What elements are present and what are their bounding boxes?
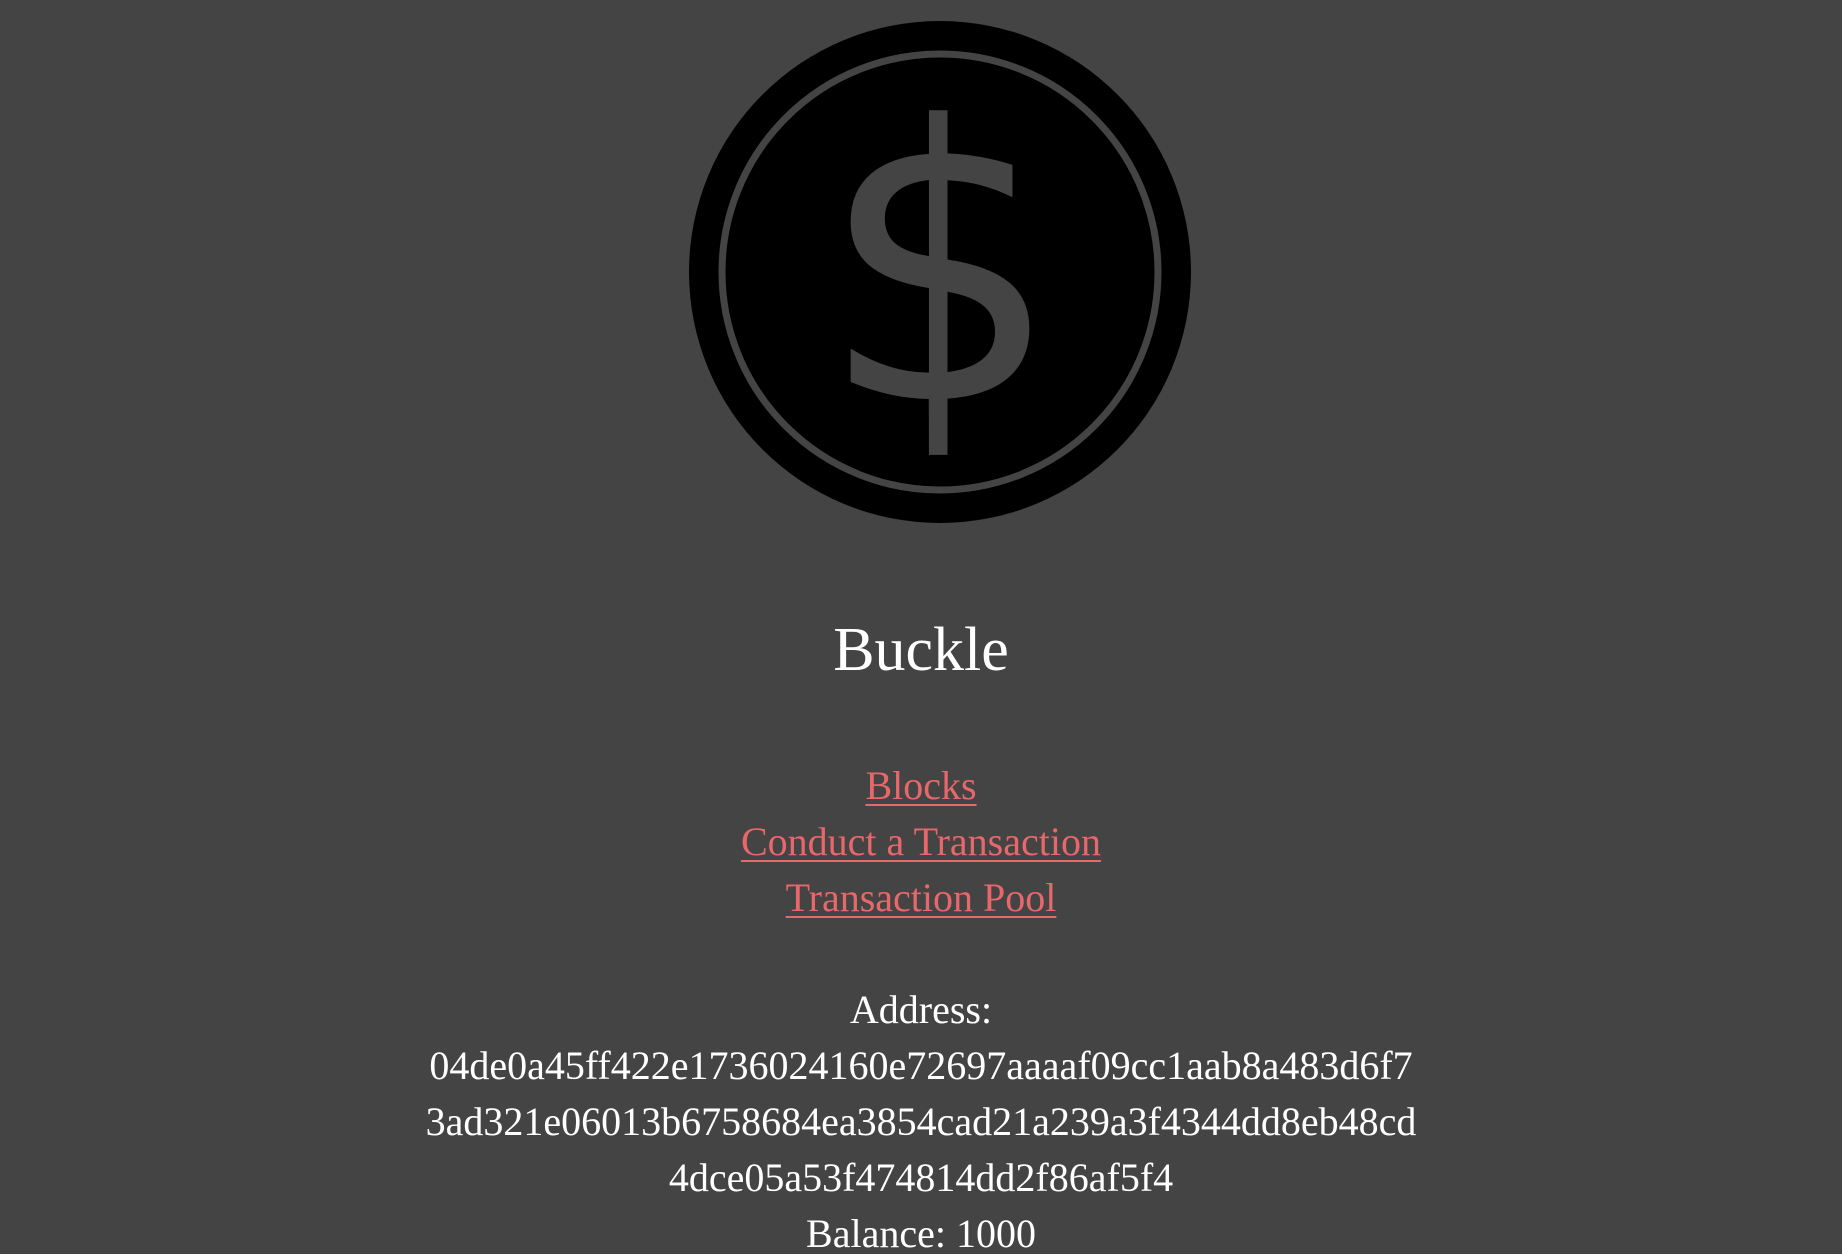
balance: Balance: 1000 bbox=[0, 1206, 1842, 1254]
logo: $ bbox=[689, 21, 1191, 523]
balance-value: 1000 bbox=[955, 1211, 1036, 1254]
transaction-pool-link[interactable]: Transaction Pool bbox=[786, 870, 1057, 926]
address-label: Address: bbox=[849, 987, 993, 1032]
conduct-transaction-link[interactable]: Conduct a Transaction bbox=[741, 814, 1101, 870]
address-line-2: 3ad321e06013b6758684ea3854cad21a239a3f43… bbox=[425, 1099, 1417, 1144]
dollar-coin-icon: $ bbox=[689, 21, 1191, 523]
main-nav: Blocks Conduct a Transaction Transaction… bbox=[0, 758, 1842, 926]
address-line-1: 04de0a45ff422e1736024160e72697aaaaf09cc1… bbox=[429, 1043, 1413, 1088]
blocks-link[interactable]: Blocks bbox=[865, 758, 976, 814]
dollar-sign: $ bbox=[819, 46, 1061, 489]
site-title: Buckle bbox=[833, 616, 1009, 684]
balance-label: Balance: bbox=[806, 1211, 946, 1254]
wallet-info: Address: 04de0a45ff422e1736024160e72697a… bbox=[0, 982, 1842, 1254]
address-line-3: 4dce05a53f474814dd2f86af5f4 bbox=[668, 1155, 1174, 1200]
